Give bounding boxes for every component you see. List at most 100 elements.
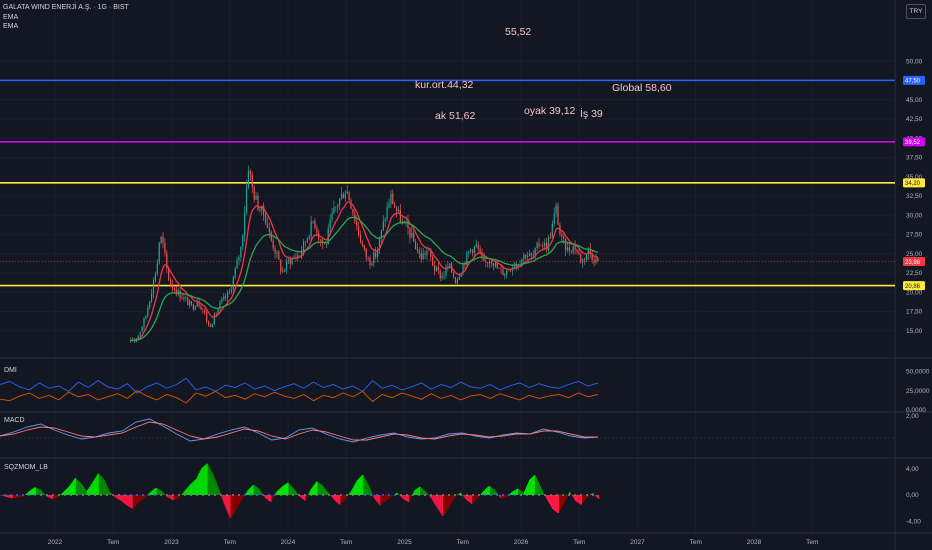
price-axis: 50,0047,5045,0042,5040,0037,5035,0032,50… — [906, 58, 923, 335]
sqz-bar — [107, 488, 109, 495]
sqz-zero-dot — [178, 494, 180, 496]
candle-body — [145, 315, 147, 319]
sqz-bar — [513, 490, 515, 495]
candle-body — [339, 198, 341, 206]
sqz-bar — [70, 483, 72, 495]
price-tick-label: 42,50 — [906, 116, 923, 123]
trading-chart[interactable]: 55,52 kur.ort.44,32 Global 58,60 ak 51,62 oy… — [0, 0, 932, 550]
sqz-bar — [78, 481, 80, 495]
sqz-bar — [507, 495, 509, 496]
sqz-bar — [390, 495, 392, 498]
sqz-bar — [571, 495, 574, 497]
sqz-bar — [310, 489, 312, 495]
sqz-zero-dot — [352, 494, 354, 496]
sqz-bar — [265, 495, 267, 499]
sqz-bar — [286, 483, 288, 495]
sqz-zero-dot — [40, 494, 42, 496]
sqz-bar — [435, 495, 437, 506]
sqz-bar — [405, 495, 407, 501]
sqz-bar — [290, 485, 292, 495]
sqz-zero-dot — [526, 494, 528, 496]
sqz-bar — [557, 495, 560, 513]
currency-button[interactable]: TRY — [906, 4, 926, 19]
sqz-bar — [163, 493, 165, 495]
sqz-bar — [313, 484, 315, 495]
sqz-bar — [291, 486, 293, 495]
sqz-bar — [189, 484, 191, 495]
indicator-ema-1[interactable]: EMA — [3, 13, 18, 22]
candle-body — [422, 253, 424, 260]
sqz-bar — [529, 479, 531, 495]
sqz-bar — [499, 495, 501, 497]
sqz-zero-dot — [4, 494, 6, 496]
sqz-bar — [314, 483, 316, 495]
sqz-zero-dot — [196, 494, 198, 496]
sqz-bar — [531, 477, 533, 495]
sqz-bar — [67, 486, 69, 495]
sqz-bar — [168, 495, 170, 499]
sqz-bar — [130, 495, 132, 509]
sqz-bar — [555, 495, 558, 513]
candle-body — [473, 246, 476, 254]
candle-body — [268, 227, 270, 232]
sqz-bar — [302, 495, 304, 500]
candle-body — [388, 203, 390, 208]
candle-body — [555, 205, 557, 214]
sqz-bar — [359, 477, 361, 495]
candle-body — [346, 191, 348, 194]
sqz-bar — [100, 476, 102, 495]
sqz-bar — [75, 478, 77, 495]
sqz-bar — [562, 495, 565, 505]
candle-body — [452, 272, 455, 278]
sqz-bar — [49, 495, 52, 499]
sqz-bar — [2, 495, 5, 497]
sqz-bar — [185, 489, 187, 495]
sqz-bar — [99, 475, 101, 495]
candle-body — [528, 253, 531, 257]
sqz-bar — [320, 484, 322, 495]
sqz-bar — [336, 495, 338, 503]
sqz-bar — [319, 483, 321, 495]
candle-body — [358, 226, 360, 235]
sqz-zero-dot — [214, 494, 216, 496]
sqz-bar — [30, 489, 33, 495]
candle-body — [416, 248, 419, 251]
time-tick-label: Tem — [806, 539, 818, 546]
sqz-bar — [66, 487, 68, 495]
candle-body — [498, 268, 500, 269]
sqz-bar — [191, 482, 193, 495]
sqz-bar — [353, 486, 355, 495]
candle-body — [141, 326, 143, 333]
sqz-bar — [71, 481, 73, 495]
candle-body — [432, 256, 434, 266]
sqz-zero-dot — [508, 494, 510, 496]
candle-body — [399, 209, 401, 223]
candle-body — [285, 261, 288, 271]
sqz-bar — [470, 495, 472, 504]
sqz-bar — [209, 468, 211, 495]
candle-body — [382, 221, 384, 230]
sqz-bar — [516, 489, 518, 495]
candle-body — [359, 234, 362, 243]
sqz-bar — [374, 495, 376, 500]
sqz-bar — [364, 478, 366, 495]
candle-body — [580, 254, 582, 263]
sqz-zero-dot — [166, 494, 168, 496]
sqz-bar — [438, 495, 440, 511]
candle-body — [585, 254, 588, 260]
sqz-bar — [272, 495, 274, 499]
sqz-bar — [60, 493, 62, 495]
time-tick-label: 2022 — [48, 539, 63, 546]
sqz-bar — [382, 495, 384, 504]
sqz-bar — [73, 479, 75, 495]
sqz-bar — [376, 495, 378, 502]
sqz-bar — [334, 495, 336, 501]
sqz-bar — [232, 495, 234, 515]
sqz-bar — [54, 495, 56, 498]
sqz-bar — [125, 495, 127, 505]
candle-body — [173, 288, 176, 290]
sqz-bar — [318, 482, 320, 495]
sqz-zero-dot — [562, 494, 564, 496]
indicator-ema-2[interactable]: EMA — [3, 22, 18, 31]
candle-body — [316, 227, 318, 233]
